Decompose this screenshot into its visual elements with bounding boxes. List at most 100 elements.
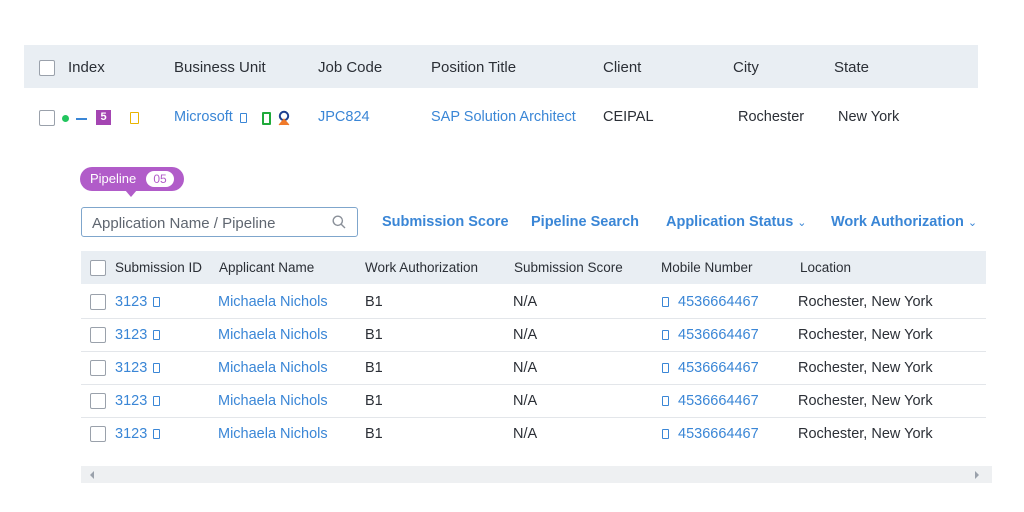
mobile-number-text: 4536664467 — [678, 294, 759, 310]
submission-score-filter-label: Submission Score — [382, 214, 509, 230]
copy-icon[interactable] — [153, 363, 161, 373]
chevron-down-icon: ⌄ — [797, 217, 807, 229]
position-title-link[interactable]: SAP Solution Architect — [431, 109, 576, 125]
mobile-number-link[interactable]: 4536664467 — [662, 327, 759, 343]
copy-icon[interactable] — [240, 113, 247, 123]
header-position-title[interactable]: Position Title — [431, 59, 516, 76]
applicant-name-link[interactable]: Michaela Nichols — [218, 426, 328, 442]
work-authorization-value: B1 — [365, 327, 383, 343]
job-code-link[interactable]: JPC824 — [318, 109, 370, 125]
header-submission-id[interactable]: Submission ID — [115, 260, 202, 275]
submission-id-text: 3123 — [115, 426, 148, 442]
header-city[interactable]: City — [733, 59, 759, 76]
header-client[interactable]: Client — [603, 59, 641, 76]
copy-icon[interactable] — [153, 330, 161, 340]
mobile-icon — [662, 429, 669, 439]
pipeline-search-input[interactable] — [92, 213, 322, 233]
submission-row-checkbox[interactable] — [90, 393, 106, 409]
submission-row-checkbox[interactable] — [90, 426, 106, 442]
work-authorization-value: B1 — [365, 393, 383, 409]
business-unit-link[interactable]: Microsoft — [174, 109, 233, 125]
submission-score-value: N/A — [513, 327, 538, 343]
horizontal-scrollbar[interactable] — [81, 466, 992, 483]
pipeline-label: Pipeline — [90, 171, 137, 186]
header-mobile-number[interactable]: Mobile Number — [661, 260, 753, 275]
header-submission-score[interactable]: Submission Score — [514, 260, 623, 275]
city-value: Rochester — [738, 109, 805, 125]
submission-id-text: 3123 — [115, 294, 148, 310]
location-value: Rochester, New York — [798, 294, 933, 310]
applicant-name-link[interactable]: Michaela Nichols — [218, 360, 328, 376]
mobile-icon — [662, 297, 669, 307]
header-state[interactable]: State — [834, 59, 869, 76]
submission-score-value: N/A — [513, 294, 538, 310]
copy-icon[interactable] — [153, 429, 161, 439]
submission-id-link[interactable]: 3123 — [115, 327, 161, 343]
mobile-icon — [662, 363, 669, 373]
header-applicant-name[interactable]: Applicant Name — [219, 260, 314, 275]
submission-row-checkbox[interactable] — [90, 327, 106, 343]
status-dot-icon — [62, 115, 69, 122]
state-value: New York — [838, 109, 900, 125]
applicant-name-link[interactable]: Michaela Nichols — [218, 393, 328, 409]
mobile-number-link[interactable]: 4536664467 — [662, 393, 759, 409]
copy-icon[interactable] — [153, 396, 161, 406]
scroll-left-icon[interactable] — [89, 471, 95, 479]
dash-icon[interactable] — [76, 118, 87, 120]
submission-id-text: 3123 — [115, 360, 148, 376]
submission-row-checkbox[interactable] — [90, 360, 106, 376]
job-row-checkbox[interactable] — [39, 110, 55, 126]
header-work-authorization[interactable]: Work Authorization — [365, 260, 478, 275]
header-index[interactable]: Index — [68, 59, 105, 76]
submission-id-text: 3123 — [115, 327, 148, 343]
submission-score-value: N/A — [513, 426, 538, 442]
work-authorization-dropdown[interactable]: Work Authorization ⌄ — [831, 214, 977, 230]
submission-score-value: N/A — [513, 360, 538, 376]
location-value: Rochester, New York — [798, 327, 933, 343]
select-all-submissions-checkbox[interactable] — [90, 260, 106, 276]
select-all-checkbox[interactable] — [39, 60, 55, 76]
search-icon[interactable] — [332, 215, 346, 229]
submission-id-link[interactable]: 3123 — [115, 426, 161, 442]
applicant-name-link[interactable]: Michaela Nichols — [218, 327, 328, 343]
chevron-down-icon: ⌄ — [967, 217, 978, 229]
header-location[interactable]: Location — [800, 260, 851, 275]
mobile-number-link[interactable]: 4536664467 — [662, 360, 759, 376]
row-divider — [81, 417, 986, 418]
location-value: Rochester, New York — [798, 360, 933, 376]
submission-row-checkbox[interactable] — [90, 294, 106, 310]
submission-score-value: N/A — [513, 393, 538, 409]
pipeline-count: 05 — [146, 171, 174, 187]
pipeline-search-filter[interactable]: Pipeline Search — [531, 214, 639, 230]
scroll-right-icon[interactable] — [974, 471, 980, 479]
applicant-name-link[interactable]: Michaela Nichols — [218, 294, 328, 310]
submission-id-link[interactable]: 3123 — [115, 360, 161, 376]
submission-id-text: 3123 — [115, 393, 148, 409]
mobile-number-text: 4536664467 — [678, 360, 759, 376]
mobile-number-link[interactable]: 4536664467 — [662, 426, 759, 442]
row-divider — [81, 351, 986, 352]
document-icon[interactable] — [262, 112, 271, 125]
mobile-number-text: 4536664467 — [678, 426, 759, 442]
mobile-number-text: 4536664467 — [678, 327, 759, 343]
header-business-unit[interactable]: Business Unit — [174, 59, 266, 76]
application-status-dropdown[interactable]: Application Status ⌄ — [666, 214, 807, 230]
pipeline-pointer — [125, 190, 137, 197]
work-authorization-value: B1 — [365, 294, 383, 310]
pipeline-tab[interactable]: Pipeline 05 — [80, 167, 184, 191]
work-authorization-value: B1 — [365, 360, 383, 376]
avatar-icon[interactable] — [277, 110, 291, 126]
mobile-icon — [662, 396, 669, 406]
submission-id-link[interactable]: 3123 — [115, 393, 161, 409]
notes-icon[interactable] — [130, 112, 139, 124]
header-job-code[interactable]: Job Code — [318, 59, 382, 76]
work-authorization-label: Work Authorization — [831, 214, 964, 230]
submission-score-filter[interactable]: Submission Score — [382, 214, 509, 230]
submission-id-link[interactable]: 3123 — [115, 294, 161, 310]
row-divider — [81, 384, 986, 385]
pipeline-search-box[interactable] — [81, 207, 358, 237]
mobile-number-link[interactable]: 4536664467 — [662, 294, 759, 310]
location-value: Rochester, New York — [798, 426, 933, 442]
copy-icon[interactable] — [153, 297, 161, 307]
mobile-number-text: 4536664467 — [678, 393, 759, 409]
